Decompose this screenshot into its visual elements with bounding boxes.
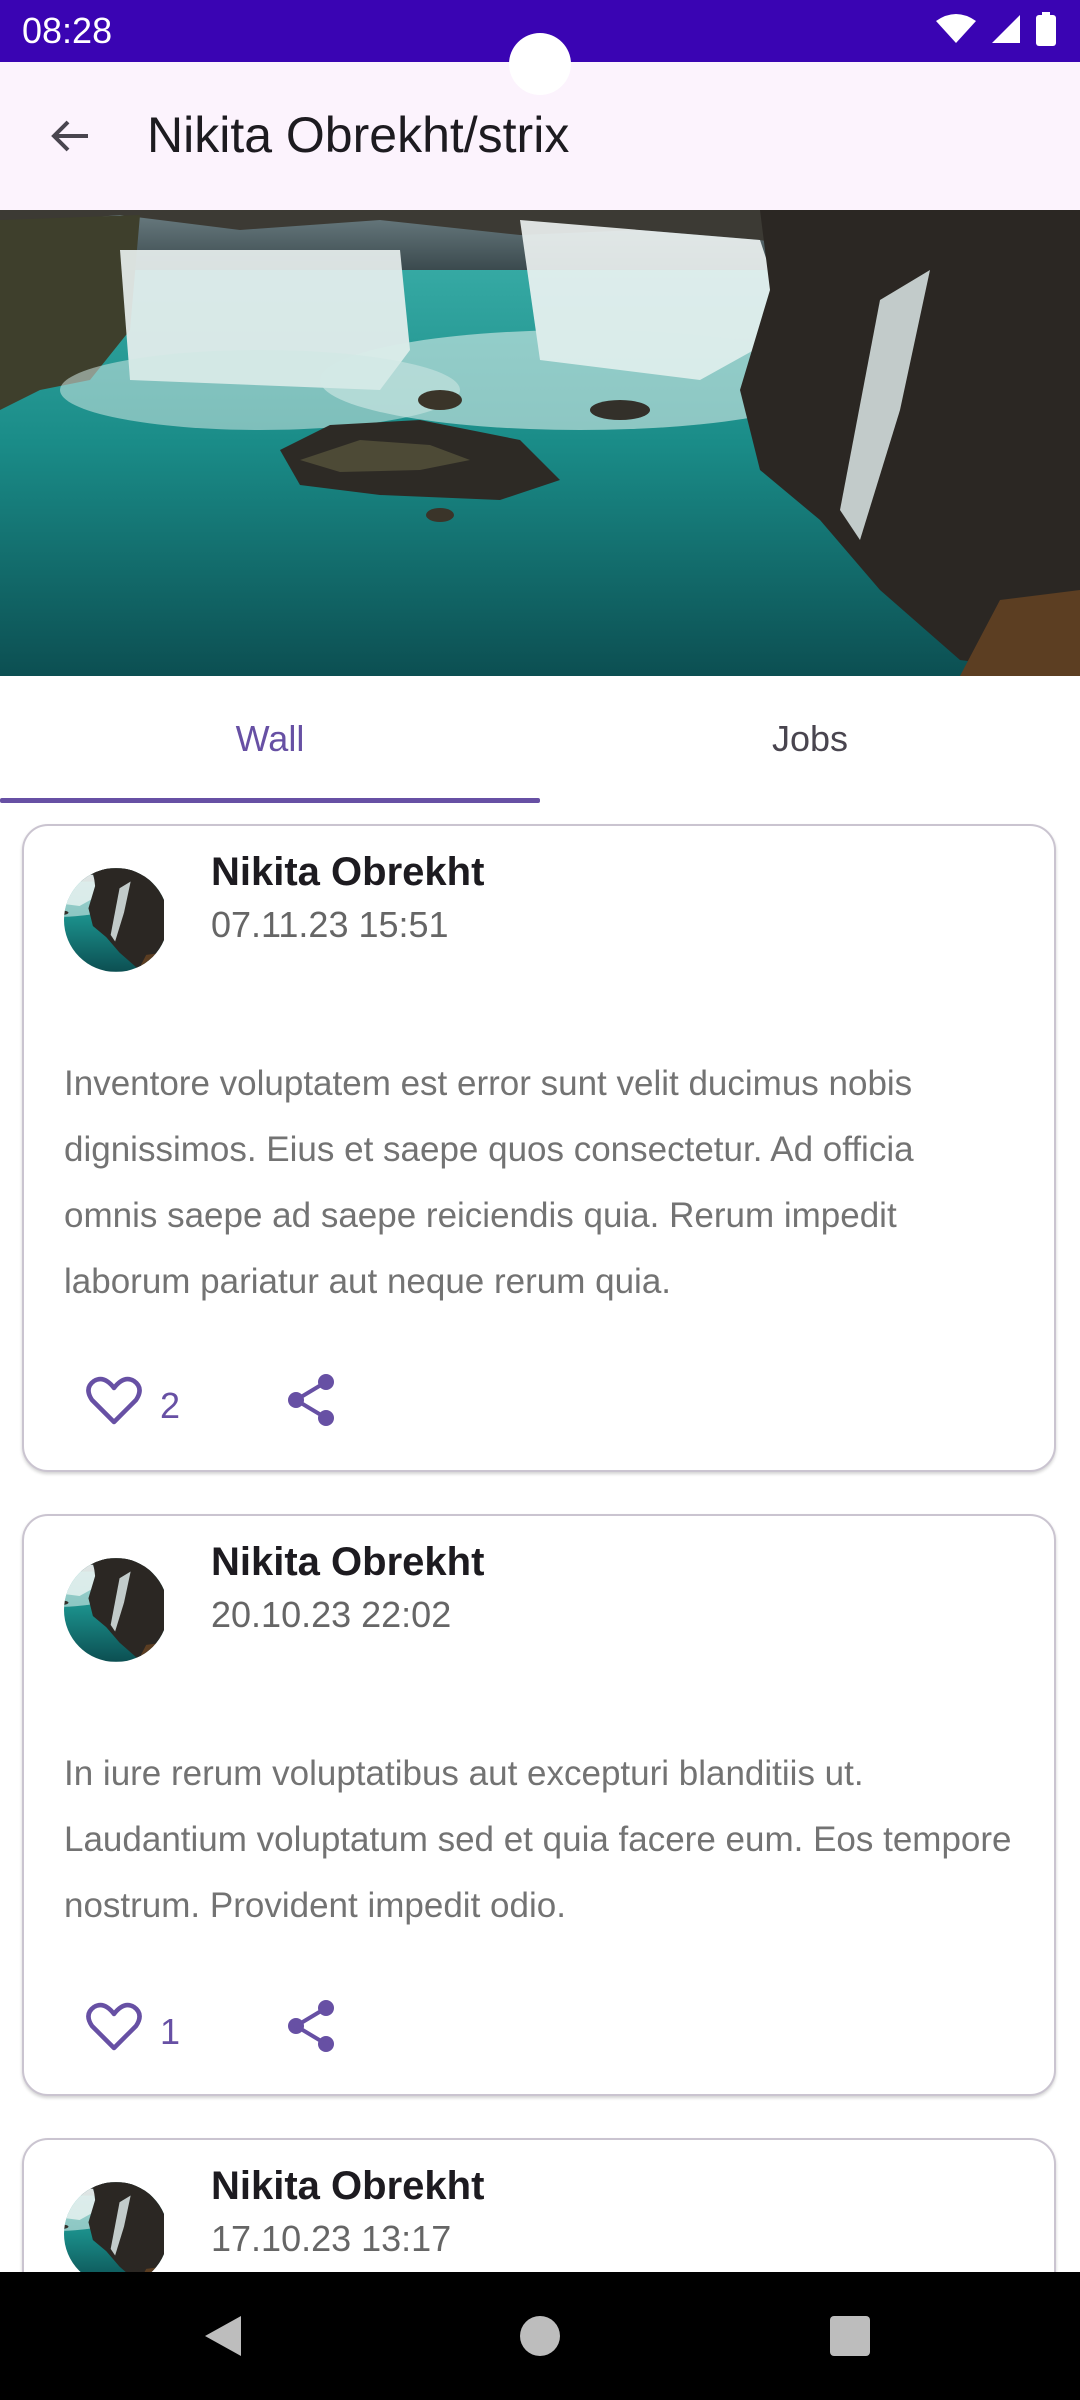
profile-cover-image [0,210,1080,676]
like-count: 1 [160,2010,181,2052]
share-icon [286,1998,338,2059]
post-author: Nikita Obrekht [211,1540,485,1584]
post-card[interactable]: Nikita Obrekht 20.10.23 22:02 In iure re… [22,1514,1056,2096]
tab-wall[interactable]: Wall [0,676,540,802]
share-icon [286,1372,338,1433]
heart-outline-icon [86,1376,142,1435]
post-date: 20.10.23 22:02 [211,1594,452,1635]
post-date: 07.11.23 15:51 [211,904,449,945]
share-button[interactable] [282,1998,342,2058]
battery-icon [1036,12,1056,51]
avatar[interactable] [64,868,168,972]
status-time: 08:28 [22,10,113,51]
post-content: In iure rerum voluptatibus aut excepturi… [64,1754,1012,1925]
arrow-back-icon [48,114,92,163]
heart-outline-icon [86,2002,142,2061]
tab-jobs[interactable]: Jobs [540,676,1080,802]
tab-jobs-label: Jobs [771,718,849,759]
status-icons [936,12,1056,51]
back-button[interactable] [40,108,100,168]
post-author: Nikita Obrekht [211,850,485,894]
post-date: 17.10.23 13:17 [211,2218,452,2259]
like-count: 2 [160,1384,181,1426]
system-nav-bar [0,2272,1080,2400]
tab-wall-label: Wall [235,718,305,759]
square-recents-icon[interactable] [830,2316,870,2356]
post-author: Nikita Obrekht [211,2164,485,2208]
camera-cutout [509,33,571,95]
post-card[interactable]: Nikita Obrekht 07.11.23 15:51 Inventore … [22,824,1056,1472]
like-button[interactable]: 2 [86,1376,180,1435]
tab-bar: Wall Jobs [0,676,1080,803]
tab-indicator [0,798,540,803]
signal-icon [990,13,1022,50]
wifi-icon [936,13,976,50]
avatar[interactable] [64,1558,168,1662]
triangle-back-icon[interactable] [203,2314,243,2363]
share-button[interactable] [282,1372,342,1432]
avatar[interactable] [64,2182,168,2286]
circle-home-icon[interactable] [520,2316,560,2356]
like-button[interactable]: 1 [86,2002,180,2061]
page-title: Nikita Obrekht/strix [147,107,570,163]
post-content: Inventore voluptatem est error sunt veli… [64,1064,914,1301]
